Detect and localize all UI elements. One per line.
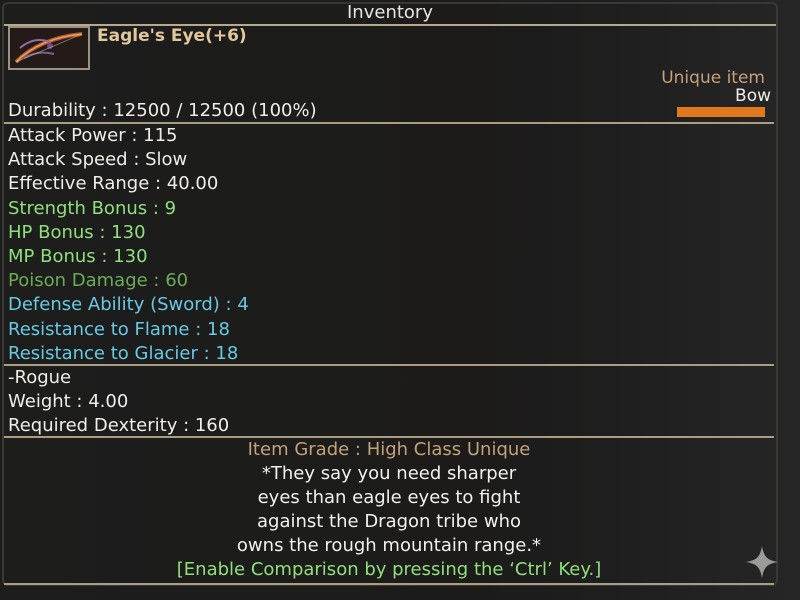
stat-line: Resistance to Glacier : 18	[8, 342, 239, 364]
stat-line: Strength Bonus : 9	[8, 197, 177, 219]
divider	[4, 583, 774, 585]
stats-list: Attack Power : 115 Attack Speed : Slow Eff…	[8, 124, 249, 366]
item-name: Eagle's Eye(+6)	[97, 26, 247, 46]
description-line: eyes than eagle eyes to fight	[257, 487, 521, 508]
compare-hint: [Enable Comparison by pressing the ‘Ctrl…	[176, 559, 602, 580]
item-type: Bow	[735, 86, 771, 106]
requirements-list: -Rogue Weight : 4.00 Required Dexterity …	[8, 366, 229, 438]
stat-line: MP Bonus : 130	[8, 245, 148, 267]
item-rarity: Unique item	[661, 68, 765, 88]
item-grade: Item Grade : High Class Unique	[247, 439, 531, 460]
stat-line: Poison Damage : 60	[8, 270, 189, 292]
window-title: Inventory	[4, 2, 776, 26]
description-line: *They say you need sharper	[261, 463, 517, 484]
stat-line: Effective Range : 40.00	[8, 173, 219, 195]
durability-bar-fill	[677, 107, 765, 117]
item-description: *They say you need sharper eyes than eag…	[4, 462, 774, 558]
stat-line: Resistance to Flame : 18	[8, 318, 230, 340]
stat-line: Attack Power : 115	[8, 125, 178, 146]
stat-line: Defense Ability (Sword) : 4	[8, 294, 249, 316]
description-line: owns the rough mountain range.*	[236, 535, 542, 556]
weight-value: Weight : 4.00	[8, 391, 129, 412]
item-tooltip-panel: Inventory Eagle's Eye(+6) Unique item Bo…	[0, 0, 800, 600]
sparkle-icon	[744, 544, 780, 580]
stat-line: Attack Speed : Slow	[8, 149, 188, 171]
durability-bar	[677, 107, 765, 117]
durability-text: Durability : 12500 / 12500 (100%)	[8, 100, 317, 121]
class-requirement: -Rogue	[8, 367, 72, 388]
bow-icon	[8, 26, 90, 70]
stat-line: HP Bonus : 130	[8, 221, 146, 243]
required-dexterity: Required Dexterity : 160	[8, 415, 230, 436]
description-line: against the Dragon tribe who	[257, 511, 521, 532]
